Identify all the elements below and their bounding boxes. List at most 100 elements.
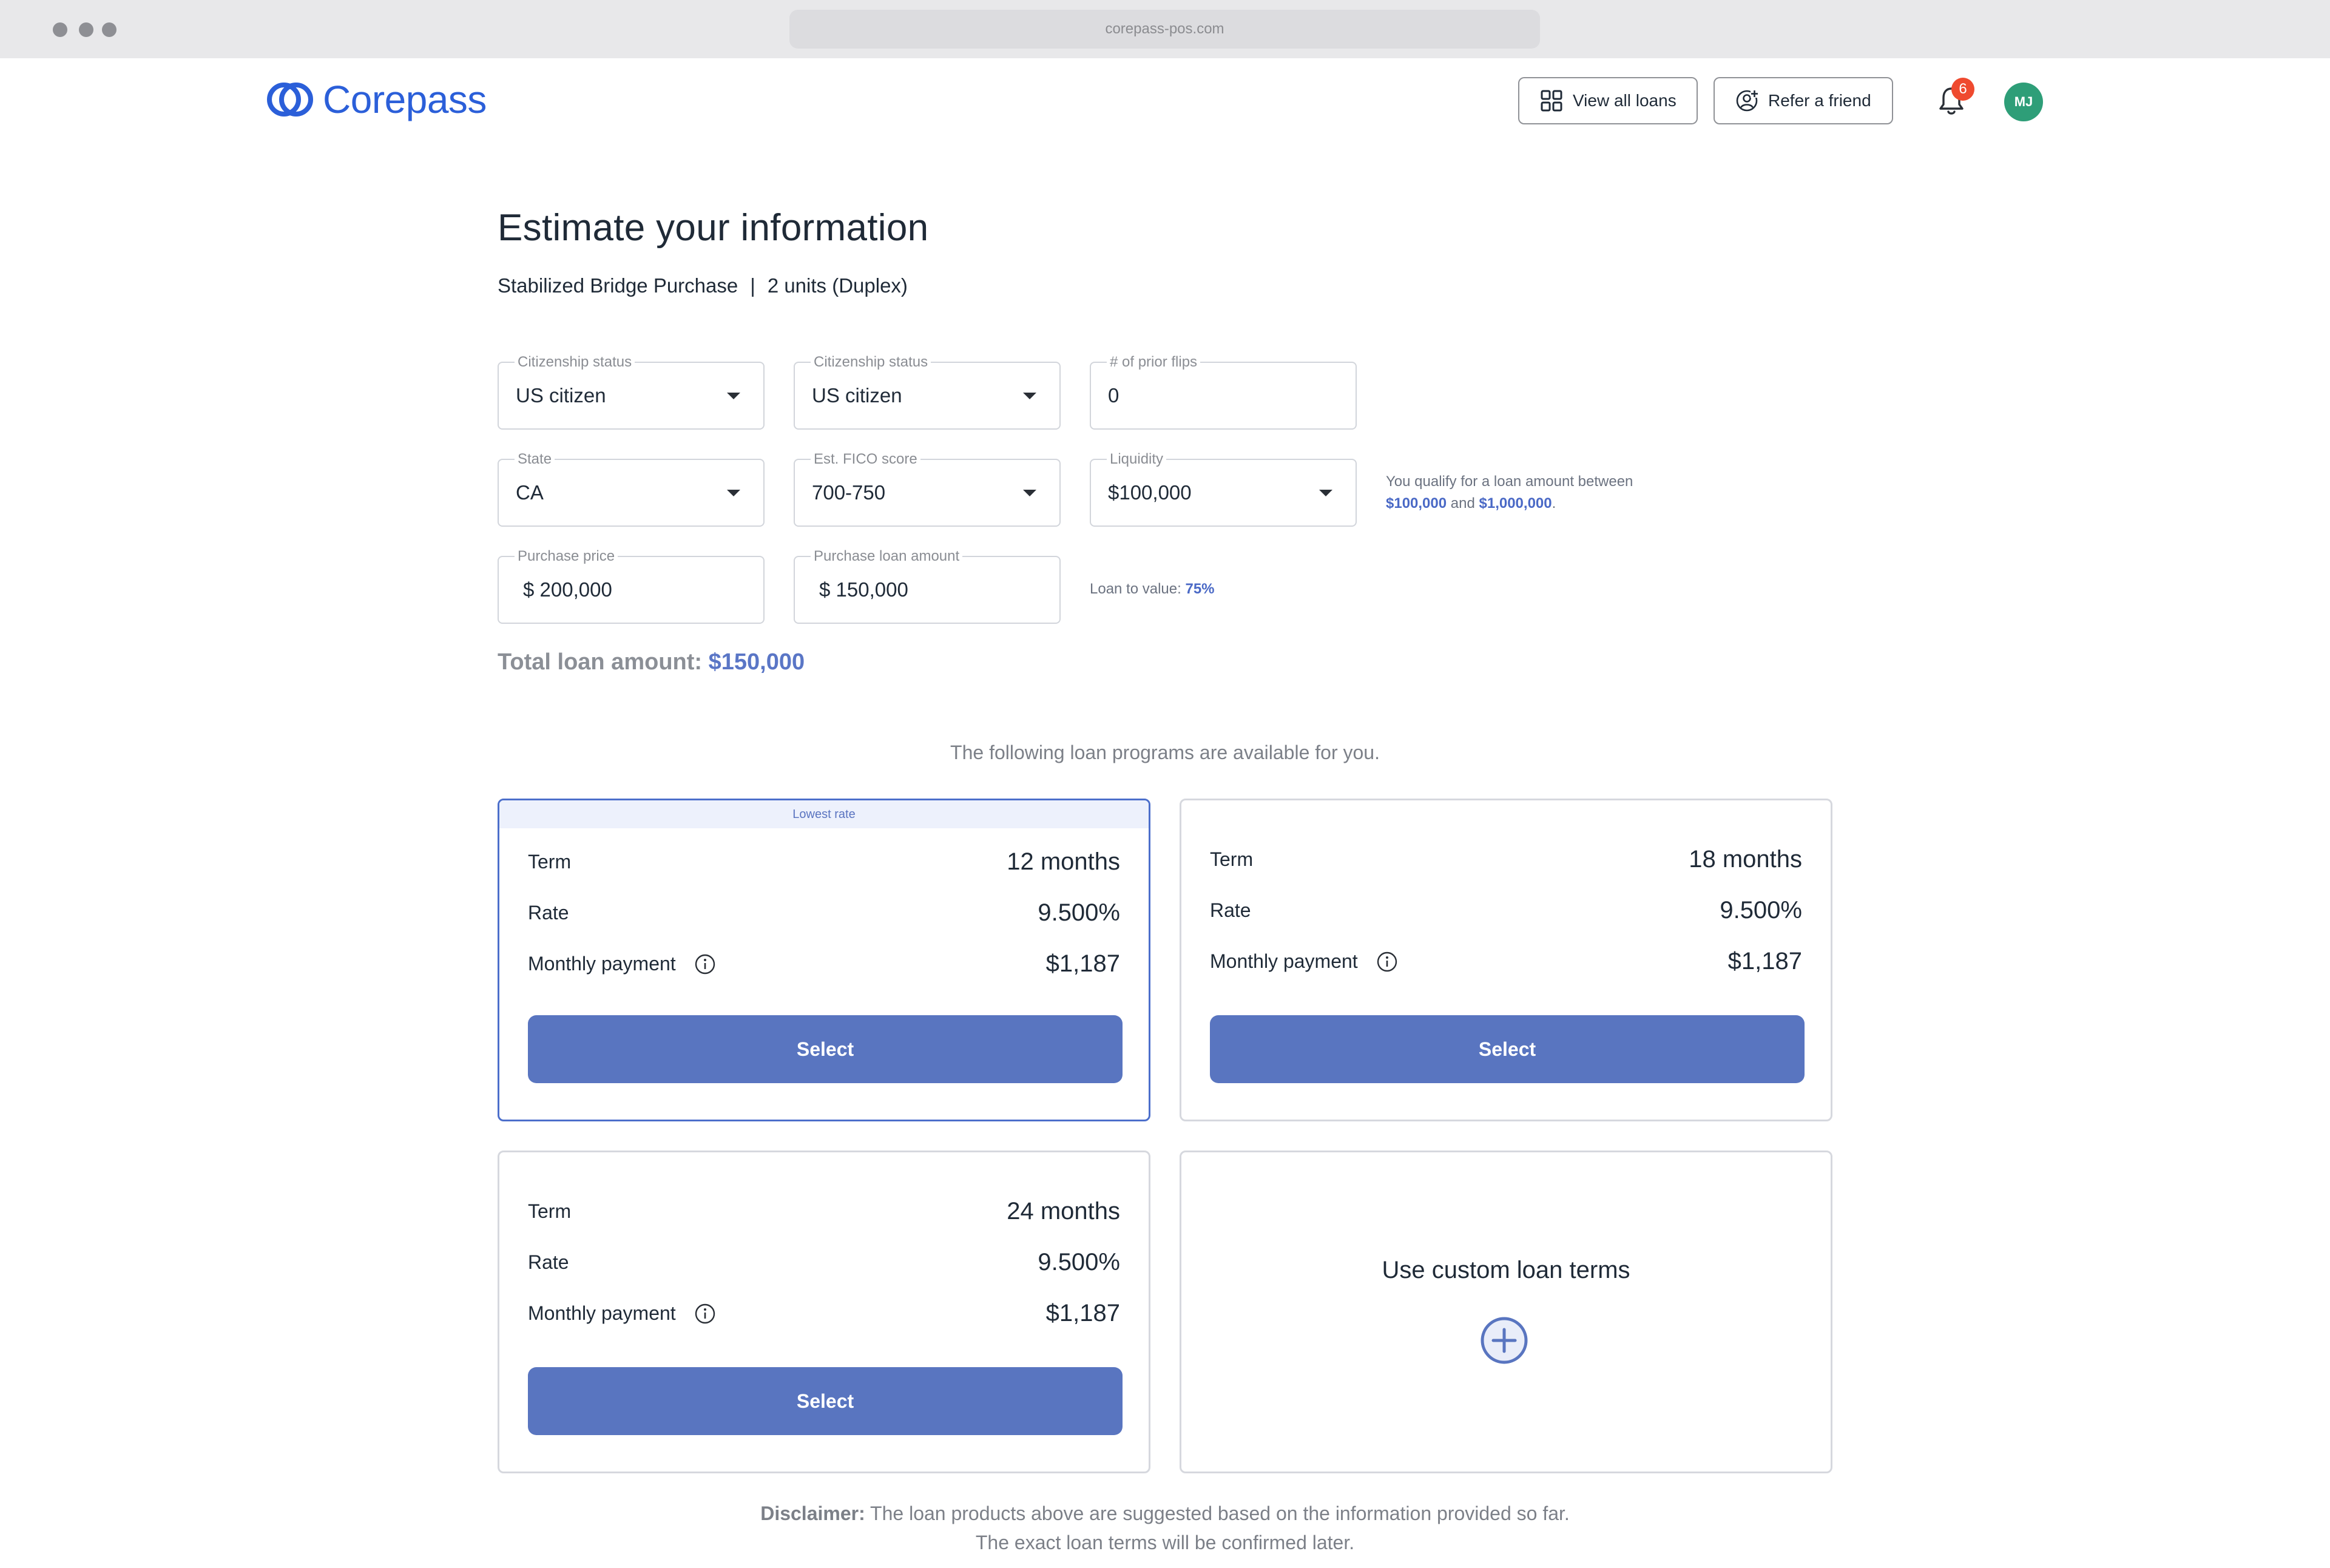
loan-program-card-18-months[interactable]: Term 18 months Rate 9.500% Monthly payme… <box>1180 799 1832 1121</box>
field-value: US citizen <box>812 384 902 407</box>
qualify-note-range: $100,000 and $1,000,000. <box>1386 493 1633 515</box>
qualify-note-prefix: You qualify for a loan amount between <box>1386 473 1633 490</box>
caret-down-icon <box>1023 490 1036 496</box>
rate-row: Rate 9.500% <box>528 1242 1120 1279</box>
select-12-months-button[interactable]: Select <box>528 1015 1123 1083</box>
view-all-loans-label: View all loans <box>1573 91 1677 110</box>
loan-program-card-24-months[interactable]: Term 24 months Rate 9.500% Monthly payme… <box>498 1151 1150 1473</box>
ltv-value: 75% <box>1185 581 1215 597</box>
rate-value: 9.500% <box>1038 899 1120 926</box>
term-value: 12 months <box>1007 848 1120 875</box>
browser-chrome: corepass-pos.com <box>0 0 2330 58</box>
corepass-logo[interactable]: Corepass <box>266 77 487 122</box>
unit-count: 2 units (Duplex) <box>767 274 908 297</box>
citizenship-status-select-1[interactable]: Citizenship status US citizen <box>498 354 765 430</box>
total-loan-amount: Total loan amount: $150,000 <box>498 649 805 675</box>
info-icon[interactable] <box>694 1303 716 1325</box>
refer-a-friend-button[interactable]: Refer a friend <box>1714 77 1893 124</box>
caret-down-icon <box>727 393 740 399</box>
loan-program-card-12-months[interactable]: Lowest rate Term 12 months Rate 9.500% M… <box>498 799 1150 1121</box>
rate-label: Rate <box>528 902 569 924</box>
qualify-and: and <box>1450 495 1475 512</box>
field-value: $ 200,000 <box>523 578 612 601</box>
caret-down-icon <box>727 490 740 496</box>
qualify-suffix: . <box>1552 495 1556 512</box>
disclaimer-label: Disclaimer: <box>760 1502 865 1524</box>
user-avatar[interactable]: MJ <box>2004 83 2043 121</box>
loan-subtitle: Stabilized Bridge Purchase | 2 units (Dupl… <box>498 274 908 297</box>
select-24-months-button[interactable]: Select <box>528 1367 1123 1435</box>
page-title: Estimate your information <box>498 207 929 249</box>
total-value: $150,000 <box>708 649 805 675</box>
fico-score-select[interactable]: Est. FICO score 700-750 <box>794 451 1061 527</box>
term-row: Term 18 months <box>1210 839 1802 876</box>
term-row: Term 24 months <box>528 1191 1120 1228</box>
total-label: Total loan amount: <box>498 649 703 675</box>
caret-down-icon <box>1023 393 1036 399</box>
view-all-loans-button[interactable]: View all loans <box>1518 77 1698 124</box>
monthly-payment-row: Monthly payment $1,187 <box>528 1293 1120 1330</box>
citizenship-status-select-2[interactable]: Citizenship status US citizen <box>794 354 1061 430</box>
lowest-rate-ribbon: Lowest rate <box>499 800 1149 828</box>
window-maximize-dot[interactable] <box>102 22 116 37</box>
qualify-max: $1,000,000 <box>1479 495 1552 512</box>
corepass-logo-icon <box>267 83 313 117</box>
field-value: CA <box>516 481 544 504</box>
purchase-price-input[interactable]: Purchase price $ 200,000 <box>498 549 765 624</box>
loan-type: Stabilized Bridge Purchase <box>498 274 738 297</box>
term-label: Term <box>1210 848 1254 870</box>
programs-intro: The following loan programs are availabl… <box>950 742 1380 763</box>
rate-label: Rate <box>1210 899 1251 921</box>
prior-flips-input[interactable]: # of prior flips 0 <box>1090 354 1357 430</box>
field-value: $100,000 <box>1108 481 1192 504</box>
info-icon[interactable] <box>694 953 716 975</box>
rate-value: 9.500% <box>1720 897 1802 924</box>
field-value: $ 150,000 <box>819 578 908 601</box>
field-label: # of prior flips <box>1107 354 1201 370</box>
custom-loan-terms-card[interactable]: Use custom loan terms <box>1180 1151 1832 1473</box>
window-minimize-dot[interactable] <box>79 22 93 37</box>
rate-label: Rate <box>528 1251 569 1273</box>
qualify-note: You qualify for a loan amount between $1… <box>1386 471 1633 515</box>
purchase-loan-amount-input[interactable]: Purchase loan amount $ 150,000 <box>794 549 1061 624</box>
term-value: 24 months <box>1007 1198 1120 1225</box>
term-value: 18 months <box>1689 846 1802 873</box>
custom-loan-terms-title: Use custom loan terms <box>1382 1257 1630 1283</box>
rate-value: 9.500% <box>1038 1249 1120 1276</box>
loan-to-value-note: Loan to value: 75% <box>1090 578 1215 600</box>
monthly-payment-value: $1,187 <box>1045 1300 1120 1326</box>
term-label: Term <box>528 851 572 873</box>
select-18-months-button[interactable]: Select <box>1210 1015 1805 1083</box>
window-close-dot[interactable] <box>53 22 67 37</box>
term-row: Term 12 months <box>528 842 1120 878</box>
add-user-icon <box>1735 89 1758 112</box>
field-value: 0 <box>1108 384 1119 407</box>
caret-down-icon <box>1319 490 1332 496</box>
rate-row: Rate 9.500% <box>528 893 1120 929</box>
disclaimer: Disclaimer: The loan products above are … <box>0 1499 2330 1557</box>
address-bar[interactable]: corepass-pos.com <box>789 10 1540 49</box>
field-value: US citizen <box>516 384 606 407</box>
rate-row: Rate 9.500% <box>1210 890 1802 927</box>
disclaimer-line-2: The exact loan terms will be confirmed l… <box>975 1532 1355 1553</box>
grid-icon <box>1540 89 1563 112</box>
disclaimer-line-1: The loan products above are suggested ba… <box>870 1502 1570 1524</box>
ltv-label: Loan to value: <box>1090 581 1181 597</box>
monthly-payment-row: Monthly payment $1,187 <box>528 944 1120 980</box>
refer-a-friend-label: Refer a friend <box>1768 91 1871 110</box>
subtitle-separator: | <box>750 274 755 297</box>
qualify-min: $100,000 <box>1386 495 1447 512</box>
state-select[interactable]: State CA <box>498 451 765 527</box>
monthly-payment-label: Monthly payment <box>528 1302 676 1324</box>
logo-text: Corepass <box>323 78 487 121</box>
field-value: 700-750 <box>812 481 886 504</box>
monthly-payment-label: Monthly payment <box>1210 950 1358 972</box>
monthly-payment-value: $1,187 <box>1727 948 1802 975</box>
monthly-payment-row: Monthly payment $1,187 <box>1210 941 1802 978</box>
add-custom-terms-plus-icon[interactable] <box>1480 1316 1528 1365</box>
info-icon[interactable] <box>1376 951 1398 973</box>
notification-count-badge: 6 <box>1951 78 1974 101</box>
monthly-payment-value: $1,187 <box>1045 950 1120 977</box>
term-label: Term <box>528 1200 572 1222</box>
liquidity-select[interactable]: Liquidity $100,000 <box>1090 451 1357 527</box>
